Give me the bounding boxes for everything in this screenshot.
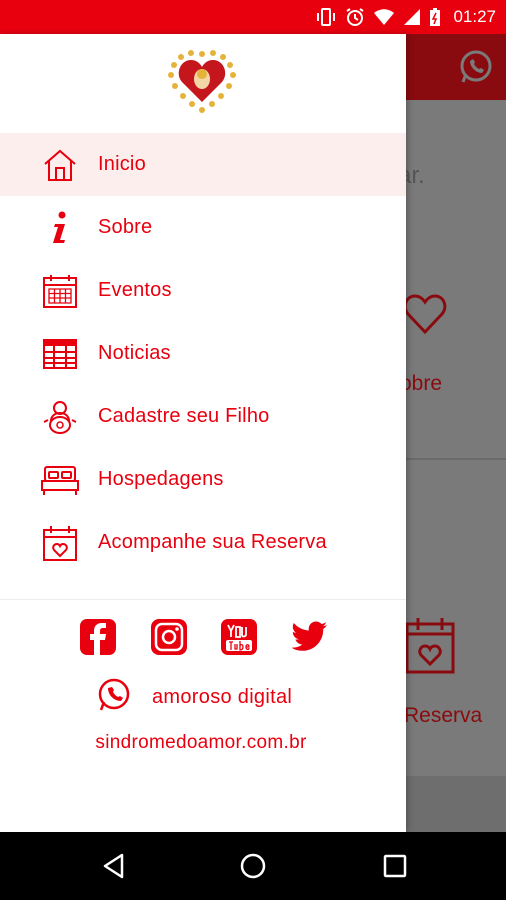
status-icons: 01:27: [315, 0, 496, 34]
menu-item-label: Hospedagens: [98, 468, 224, 490]
drawer-menu: Inicio Sobre Eventos Noticias Cadastre s…: [0, 133, 406, 574]
whatsapp-link[interactable]: amoroso digital: [96, 677, 292, 717]
menu-item-acompanhe-reserva[interactable]: Acompanhe sua Reserva: [0, 511, 406, 574]
signal-icon: [403, 8, 421, 26]
menu-item-eventos[interactable]: Eventos: [0, 259, 406, 322]
home-button-icon[interactable]: [238, 851, 268, 886]
menu-item-sobre[interactable]: Sobre: [0, 196, 406, 259]
whatsapp-icon: [96, 677, 132, 718]
baby-icon: [40, 397, 80, 437]
news-icon: [40, 334, 80, 374]
instagram-icon[interactable]: [150, 618, 187, 660]
menu-item-label: Acompanhe sua Reserva: [98, 531, 327, 553]
background-footer: [406, 776, 506, 832]
whatsapp-label: amoroso digital: [152, 685, 293, 708]
menu-item-label: Eventos: [98, 279, 172, 301]
drawer-divider: [0, 599, 406, 600]
menu-item-label: Cadastre seu Filho: [98, 405, 270, 427]
menu-item-inicio[interactable]: Inicio: [0, 133, 406, 196]
wifi-icon: [373, 8, 395, 26]
calendar-heart-icon: [40, 523, 80, 563]
menu-item-label: Inicio: [98, 153, 146, 175]
system-nav-bar: [0, 832, 506, 900]
menu-item-label: Noticias: [98, 342, 171, 364]
status-bar: 01:27: [0, 0, 506, 34]
website-link-row: sindromedoamor.com.br: [0, 732, 406, 754]
battery-icon: [429, 7, 441, 27]
heart-icon: [402, 292, 448, 341]
back-icon[interactable]: [100, 852, 128, 885]
website-link[interactable]: sindromedoamor.com.br: [95, 732, 306, 753]
menu-item-cadastre-filho[interactable]: Cadastre seu Filho: [0, 385, 406, 448]
calendar-heart-icon: [404, 614, 456, 681]
social-links: [80, 618, 328, 660]
menu-item-label: Sobre: [98, 216, 153, 238]
menu-item-hospedagens[interactable]: Hospedagens: [0, 448, 406, 511]
menu-item-noticias[interactable]: Noticias: [0, 322, 406, 385]
status-time: 01:27: [453, 7, 496, 26]
facebook-icon[interactable]: [80, 618, 116, 660]
background-partial-text: Reserva: [404, 704, 483, 727]
whatsapp-icon[interactable]: [458, 49, 494, 90]
home-icon: [40, 145, 80, 185]
info-icon: [40, 208, 80, 248]
background-divider: [406, 458, 506, 460]
calendar-icon: [40, 271, 80, 311]
vibrate-icon: [315, 7, 337, 27]
bed-icon: [40, 460, 80, 500]
navigation-drawer: Inicio Sobre Eventos Noticias Cadastre s…: [0, 34, 406, 832]
alarm-icon: [345, 7, 365, 27]
app-logo: [167, 48, 237, 114]
background-partial-text: obre: [400, 372, 443, 395]
recent-apps-icon[interactable]: [382, 853, 408, 884]
youtube-icon[interactable]: [221, 618, 258, 660]
twitter-icon[interactable]: [291, 621, 328, 658]
